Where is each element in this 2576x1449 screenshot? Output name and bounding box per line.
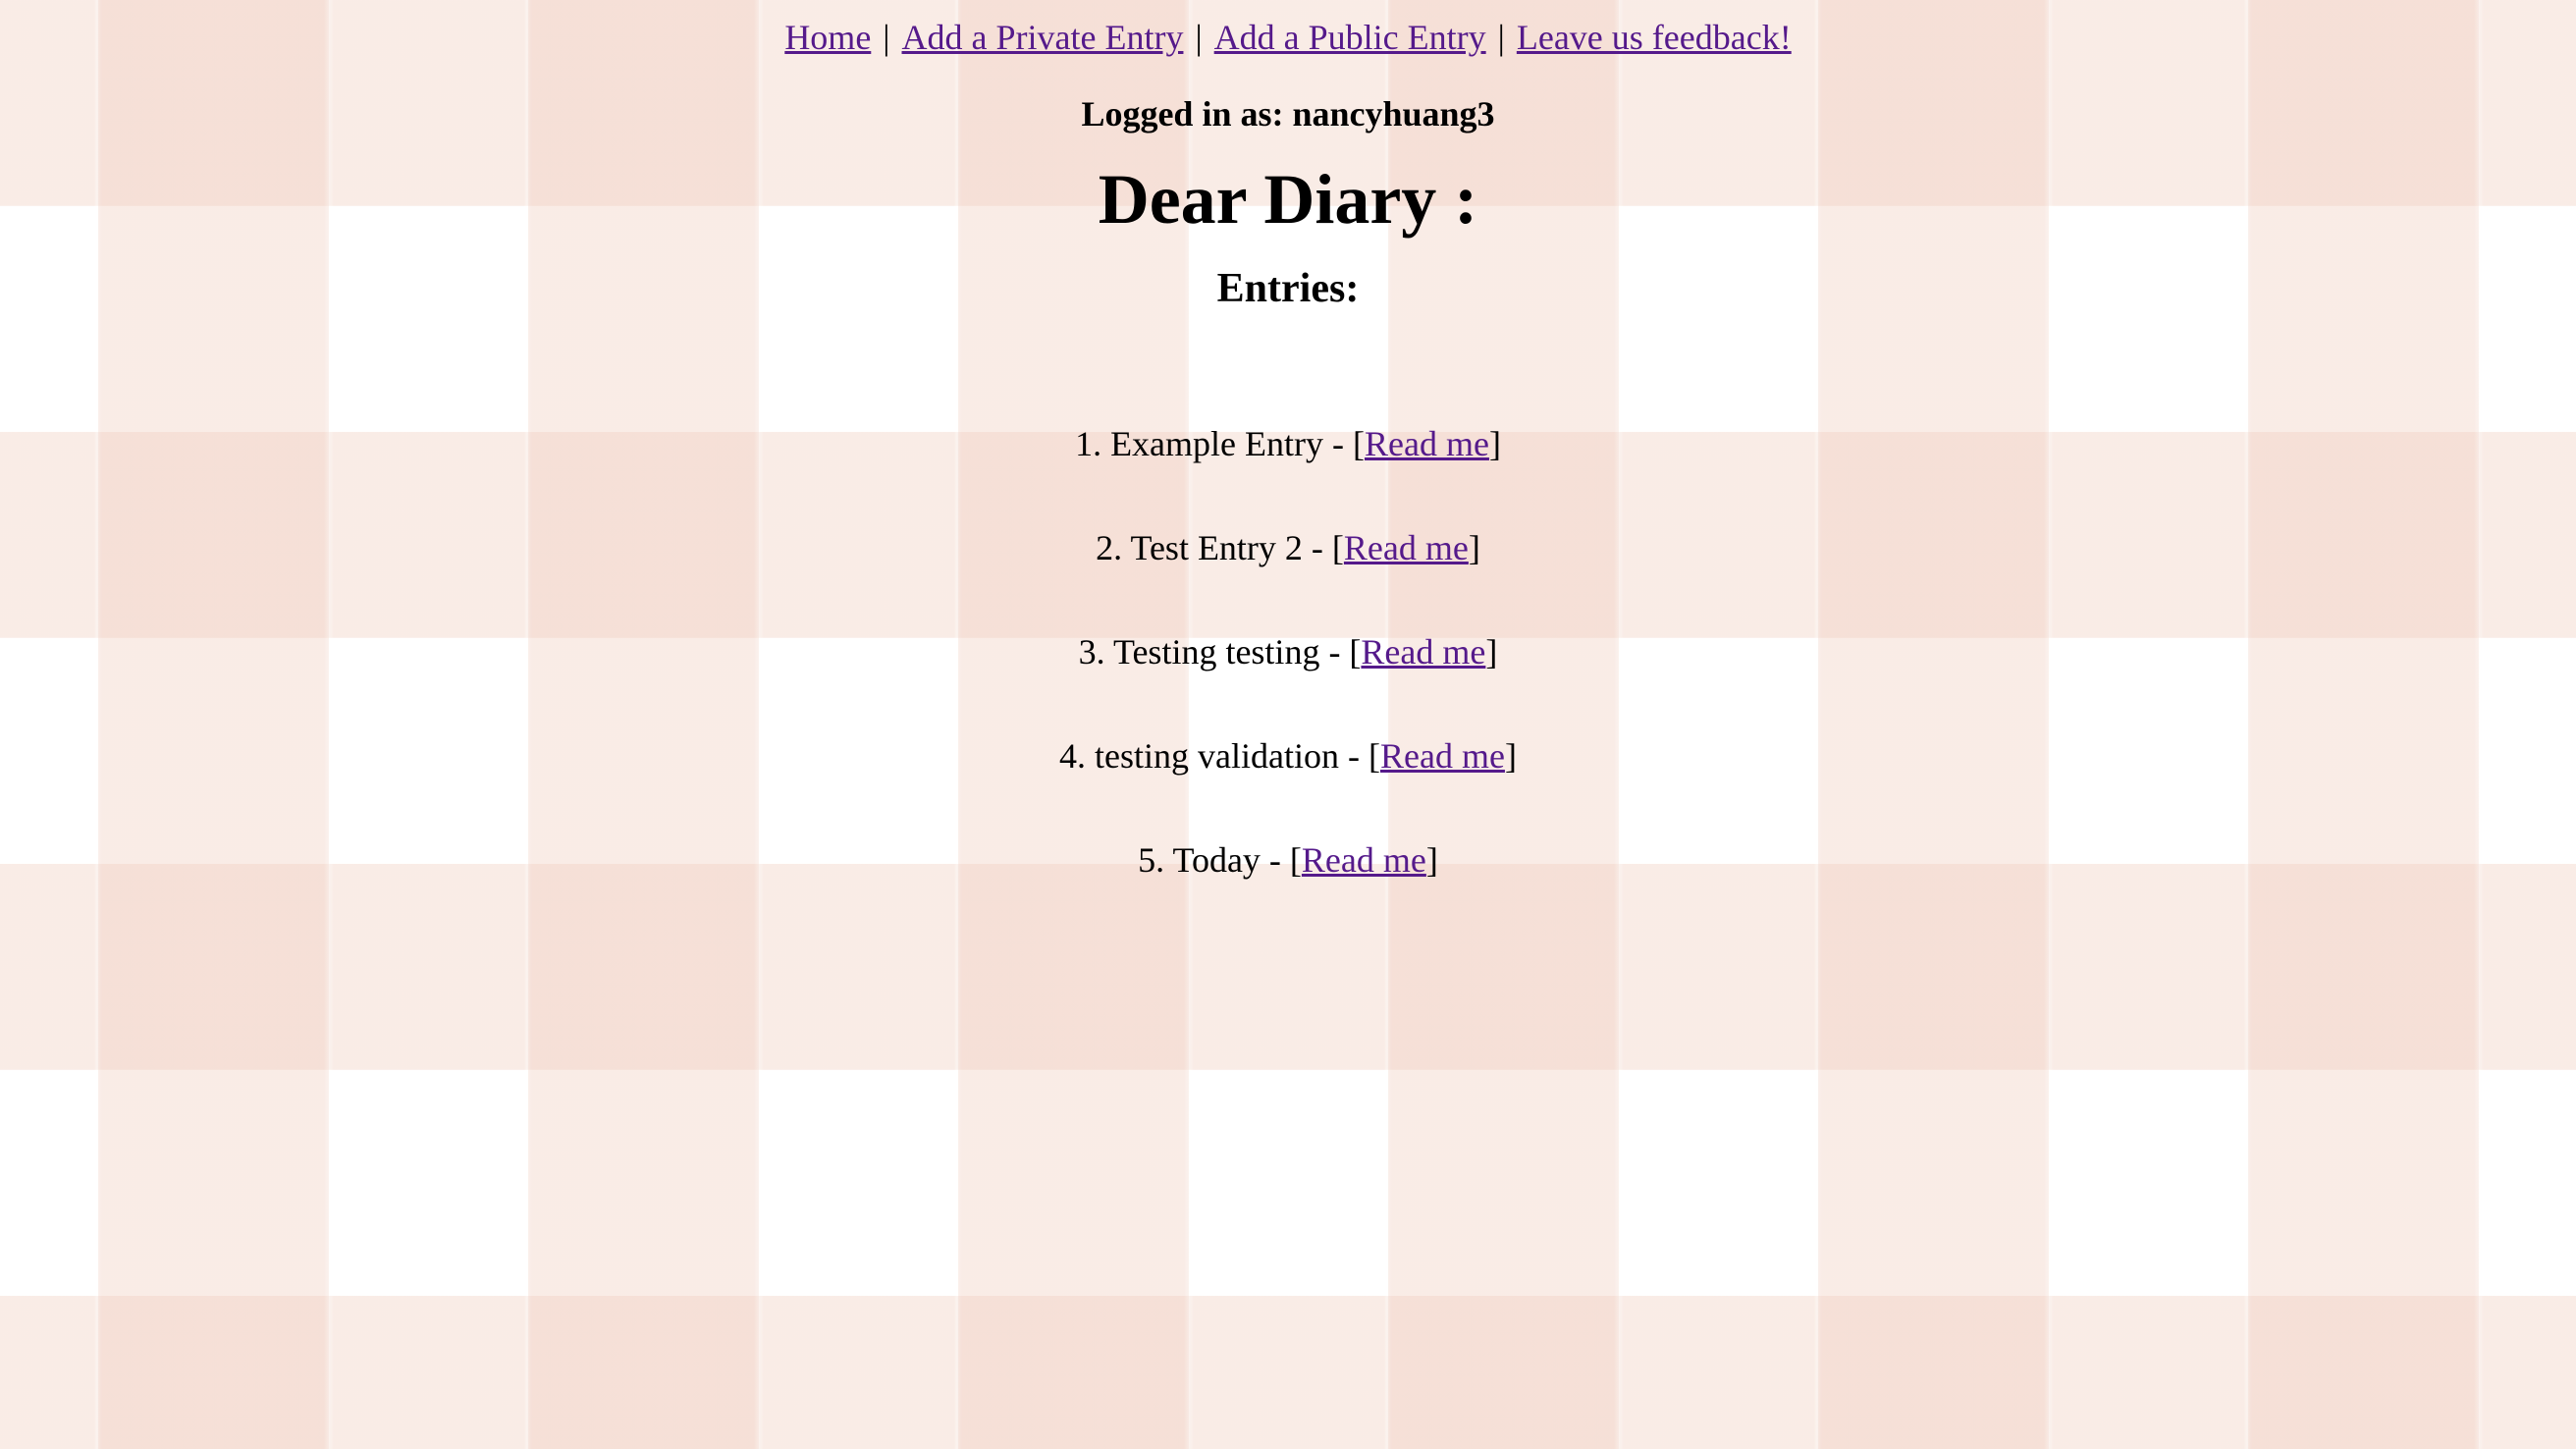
page-title: Dear Diary :: [1098, 160, 1478, 239]
nav-add-public-entry-link[interactable]: Add a Public Entry: [1214, 18, 1486, 57]
entry-prefix: 3. Testing testing - [: [1078, 632, 1362, 671]
entry-item: 3. Testing testing - [Read me]: [0, 630, 2576, 673]
nav-separator: |: [1497, 18, 1505, 57]
entry-suffix: ]: [1504, 736, 1517, 776]
entry-item: 2. Test Entry 2 - [Read me]: [0, 526, 2576, 569]
entry-prefix: 2. Test Entry 2 - [: [1096, 528, 1344, 567]
read-me-link[interactable]: Read me: [1302, 840, 1426, 880]
entries-heading: Entries:: [1216, 266, 1360, 311]
nav-separator: |: [1195, 18, 1203, 57]
read-me-link[interactable]: Read me: [1361, 632, 1485, 671]
entry-item: 1. Example Entry - [Read me]: [0, 422, 2576, 465]
top-nav: Home | Add a Private Entry | Add a Public En…: [0, 16, 2576, 59]
entry-prefix: 4. testing validation - [: [1059, 736, 1380, 776]
entries-list: 1. Example Entry - [Read me] 2. Test Ent…: [0, 422, 2576, 882]
entry-suffix: ]: [1468, 528, 1480, 567]
entry-item: 4. testing validation - [Read me]: [0, 734, 2576, 778]
read-me-link[interactable]: Read me: [1380, 736, 1505, 776]
entry-item: 5. Today - [Read me]: [0, 838, 2576, 882]
page-content: Home | Add a Private Entry | Add a Public En…: [0, 0, 2576, 942]
entry-suffix: ]: [1485, 632, 1498, 671]
entry-suffix: ]: [1488, 424, 1501, 463]
read-me-link[interactable]: Read me: [1365, 424, 1489, 463]
nav-feedback-link[interactable]: Leave us feedback!: [1517, 18, 1792, 57]
entry-prefix: 1. Example Entry - [: [1075, 424, 1365, 463]
logged-in-status: Logged in as: nancyhuang3: [1081, 94, 1495, 134]
nav-home-link[interactable]: Home: [784, 18, 871, 57]
entry-suffix: ]: [1425, 840, 1438, 880]
nav-separator: |: [883, 18, 890, 57]
nav-add-private-entry-link[interactable]: Add a Private Entry: [902, 18, 1184, 57]
read-me-link[interactable]: Read me: [1344, 528, 1469, 567]
entry-prefix: 5. Today - [: [1138, 840, 1302, 880]
